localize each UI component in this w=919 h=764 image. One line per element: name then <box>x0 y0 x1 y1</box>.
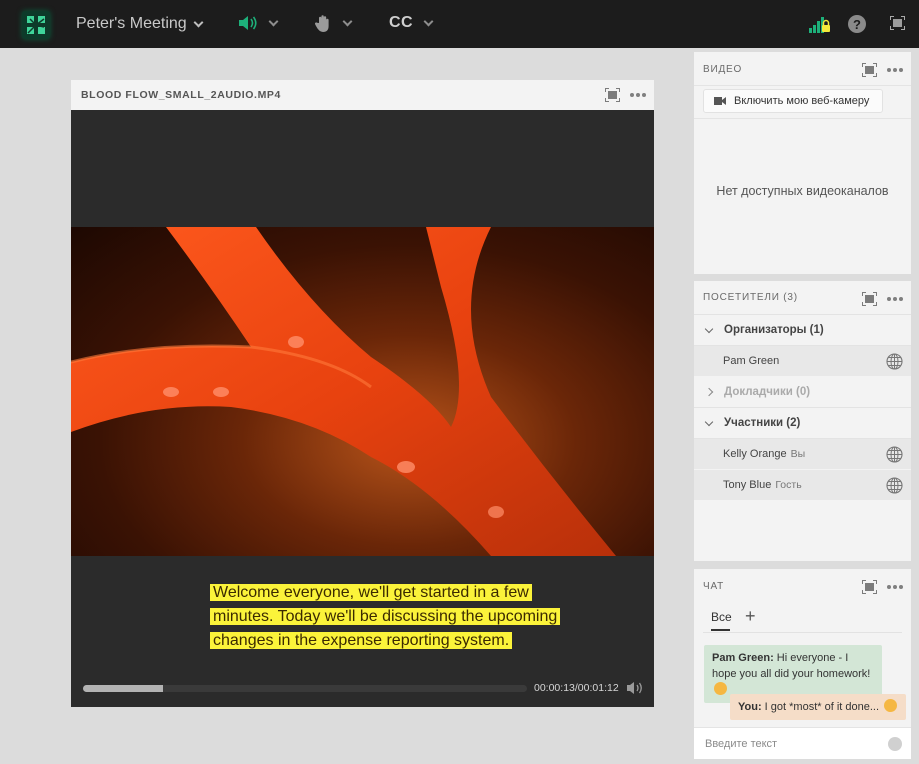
attendee-role: Вы <box>790 448 806 460</box>
globe-icon <box>886 477 903 494</box>
attendee-name: Tony Blue <box>723 479 772 491</box>
enable-webcam-button[interactable]: Включить мою веб-камеру <box>703 89 883 113</box>
chevron-down-icon <box>704 417 714 426</box>
raise-hand-icon <box>314 15 329 33</box>
video-panel: ВИДЕО Включить мою веб-камеру Нет доступ… <box>694 52 911 274</box>
meeting-name: Peter's Meeting <box>76 15 187 32</box>
panel-title: ВИДЕО <box>703 63 743 75</box>
more-options-icon[interactable] <box>887 297 903 301</box>
audio-menu[interactable] <box>238 14 279 32</box>
closed-captions-menu[interactable]: CC <box>389 14 434 32</box>
share-pod: BLOOD FLOW_SMALL_2AUDIO.MP4 Welcome ever… <box>71 80 654 707</box>
group-participants[interactable]: Участники (2) <box>694 408 911 439</box>
globe-icon <box>886 353 903 370</box>
message-text: I got *most* of it done... <box>761 701 883 713</box>
panel-title: ПОСЕТИТЕЛИ (3) <box>703 292 798 303</box>
volume-icon[interactable] <box>626 680 646 696</box>
help-button[interactable]: ? <box>848 15 866 33</box>
top-bar: Peter's Meeting CC ? <box>0 0 919 48</box>
panel-title: ЧАТ <box>703 580 725 592</box>
send-icon[interactable] <box>888 737 902 751</box>
eye-roll-emoji-icon <box>884 699 898 712</box>
fullscreen-icon[interactable] <box>862 292 877 306</box>
attendee-row[interactable]: Tony Blue Гость <box>694 470 911 501</box>
more-options-icon[interactable] <box>887 68 903 72</box>
attendee-row[interactable]: Pam Green <box>694 346 911 377</box>
chat-input-placeholder: Введите текст <box>705 737 778 750</box>
camera-icon <box>714 97 726 105</box>
meeting-menu[interactable]: Peter's Meeting <box>76 15 204 33</box>
chevron-down-icon <box>423 16 434 26</box>
chat-panel: ЧАТ Все + Pam Green: Hi everyone - I hop… <box>694 569 911 759</box>
fullscreen-icon[interactable] <box>862 63 877 77</box>
pod-title: BLOOD FLOW_SMALL_2AUDIO.MP4 <box>81 89 281 101</box>
group-presenters[interactable]: Докладчики (0) <box>694 377 911 408</box>
fullscreen-icon[interactable] <box>605 88 620 102</box>
video-player[interactable] <box>71 227 654 556</box>
fullscreen-icon[interactable] <box>862 580 877 594</box>
active-tab-indicator <box>711 629 730 631</box>
more-options-icon[interactable] <box>630 93 646 97</box>
tab-all[interactable]: Все <box>711 610 732 624</box>
enable-webcam-label: Включить мою веб-камеру <box>734 95 870 107</box>
group-label: Участники (2) <box>724 417 801 429</box>
group-label: Организаторы (1) <box>724 324 824 336</box>
attendee-role: Гость <box>775 479 802 491</box>
pod-header: BLOOD FLOW_SMALL_2AUDIO.MP4 <box>71 80 654 110</box>
chevron-down-icon <box>704 324 714 333</box>
chevron-down-icon <box>342 16 353 27</box>
fullscreen-icon[interactable] <box>890 16 905 30</box>
chevron-down-icon <box>268 16 279 26</box>
more-options-icon[interactable] <box>887 585 903 589</box>
no-video-message: Нет доступных видеоканалов <box>716 184 889 198</box>
speaker-icon <box>239 16 257 30</box>
message-sender: Pam Green: <box>712 652 774 664</box>
seek-bar-fill <box>83 685 163 692</box>
message-sender: You: <box>738 701 762 713</box>
chat-input[interactable]: Введите текст <box>694 727 911 759</box>
group-hosts[interactable]: Организаторы (1) <box>694 315 911 346</box>
closed-caption-text: Welcome everyone, we'll get started in a… <box>210 581 570 653</box>
raise-hand-menu[interactable] <box>314 14 353 33</box>
chat-tabs: Все + <box>703 605 902 633</box>
app-logo-icon <box>22 11 50 39</box>
chat-message: You: I got *most* of it done... <box>730 694 906 720</box>
attendee-name: Kelly Orange <box>723 448 787 460</box>
video-frame-image <box>71 227 616 556</box>
group-label: Докладчики (0) <box>724 386 811 398</box>
cc-label: CC <box>389 14 414 31</box>
add-tab-button[interactable]: + <box>745 607 756 625</box>
wink-emoji-icon <box>714 682 727 695</box>
chevron-down-icon <box>193 17 204 27</box>
playback-controls: 00:00:13/00:01:12 <box>71 677 654 707</box>
attendee-name: Pam Green <box>723 355 780 367</box>
globe-icon <box>886 446 903 463</box>
attendees-panel: ПОСЕТИТЕЛИ (3) Организаторы (1) Pam Gree… <box>694 281 911 561</box>
seek-bar[interactable] <box>83 685 527 692</box>
time-display: 00:00:13/00:01:12 <box>534 682 619 694</box>
attendee-row[interactable]: Kelly Orange Вы <box>694 439 911 470</box>
signal-secure-icon[interactable] <box>808 14 832 34</box>
chevron-right-icon <box>704 387 714 397</box>
